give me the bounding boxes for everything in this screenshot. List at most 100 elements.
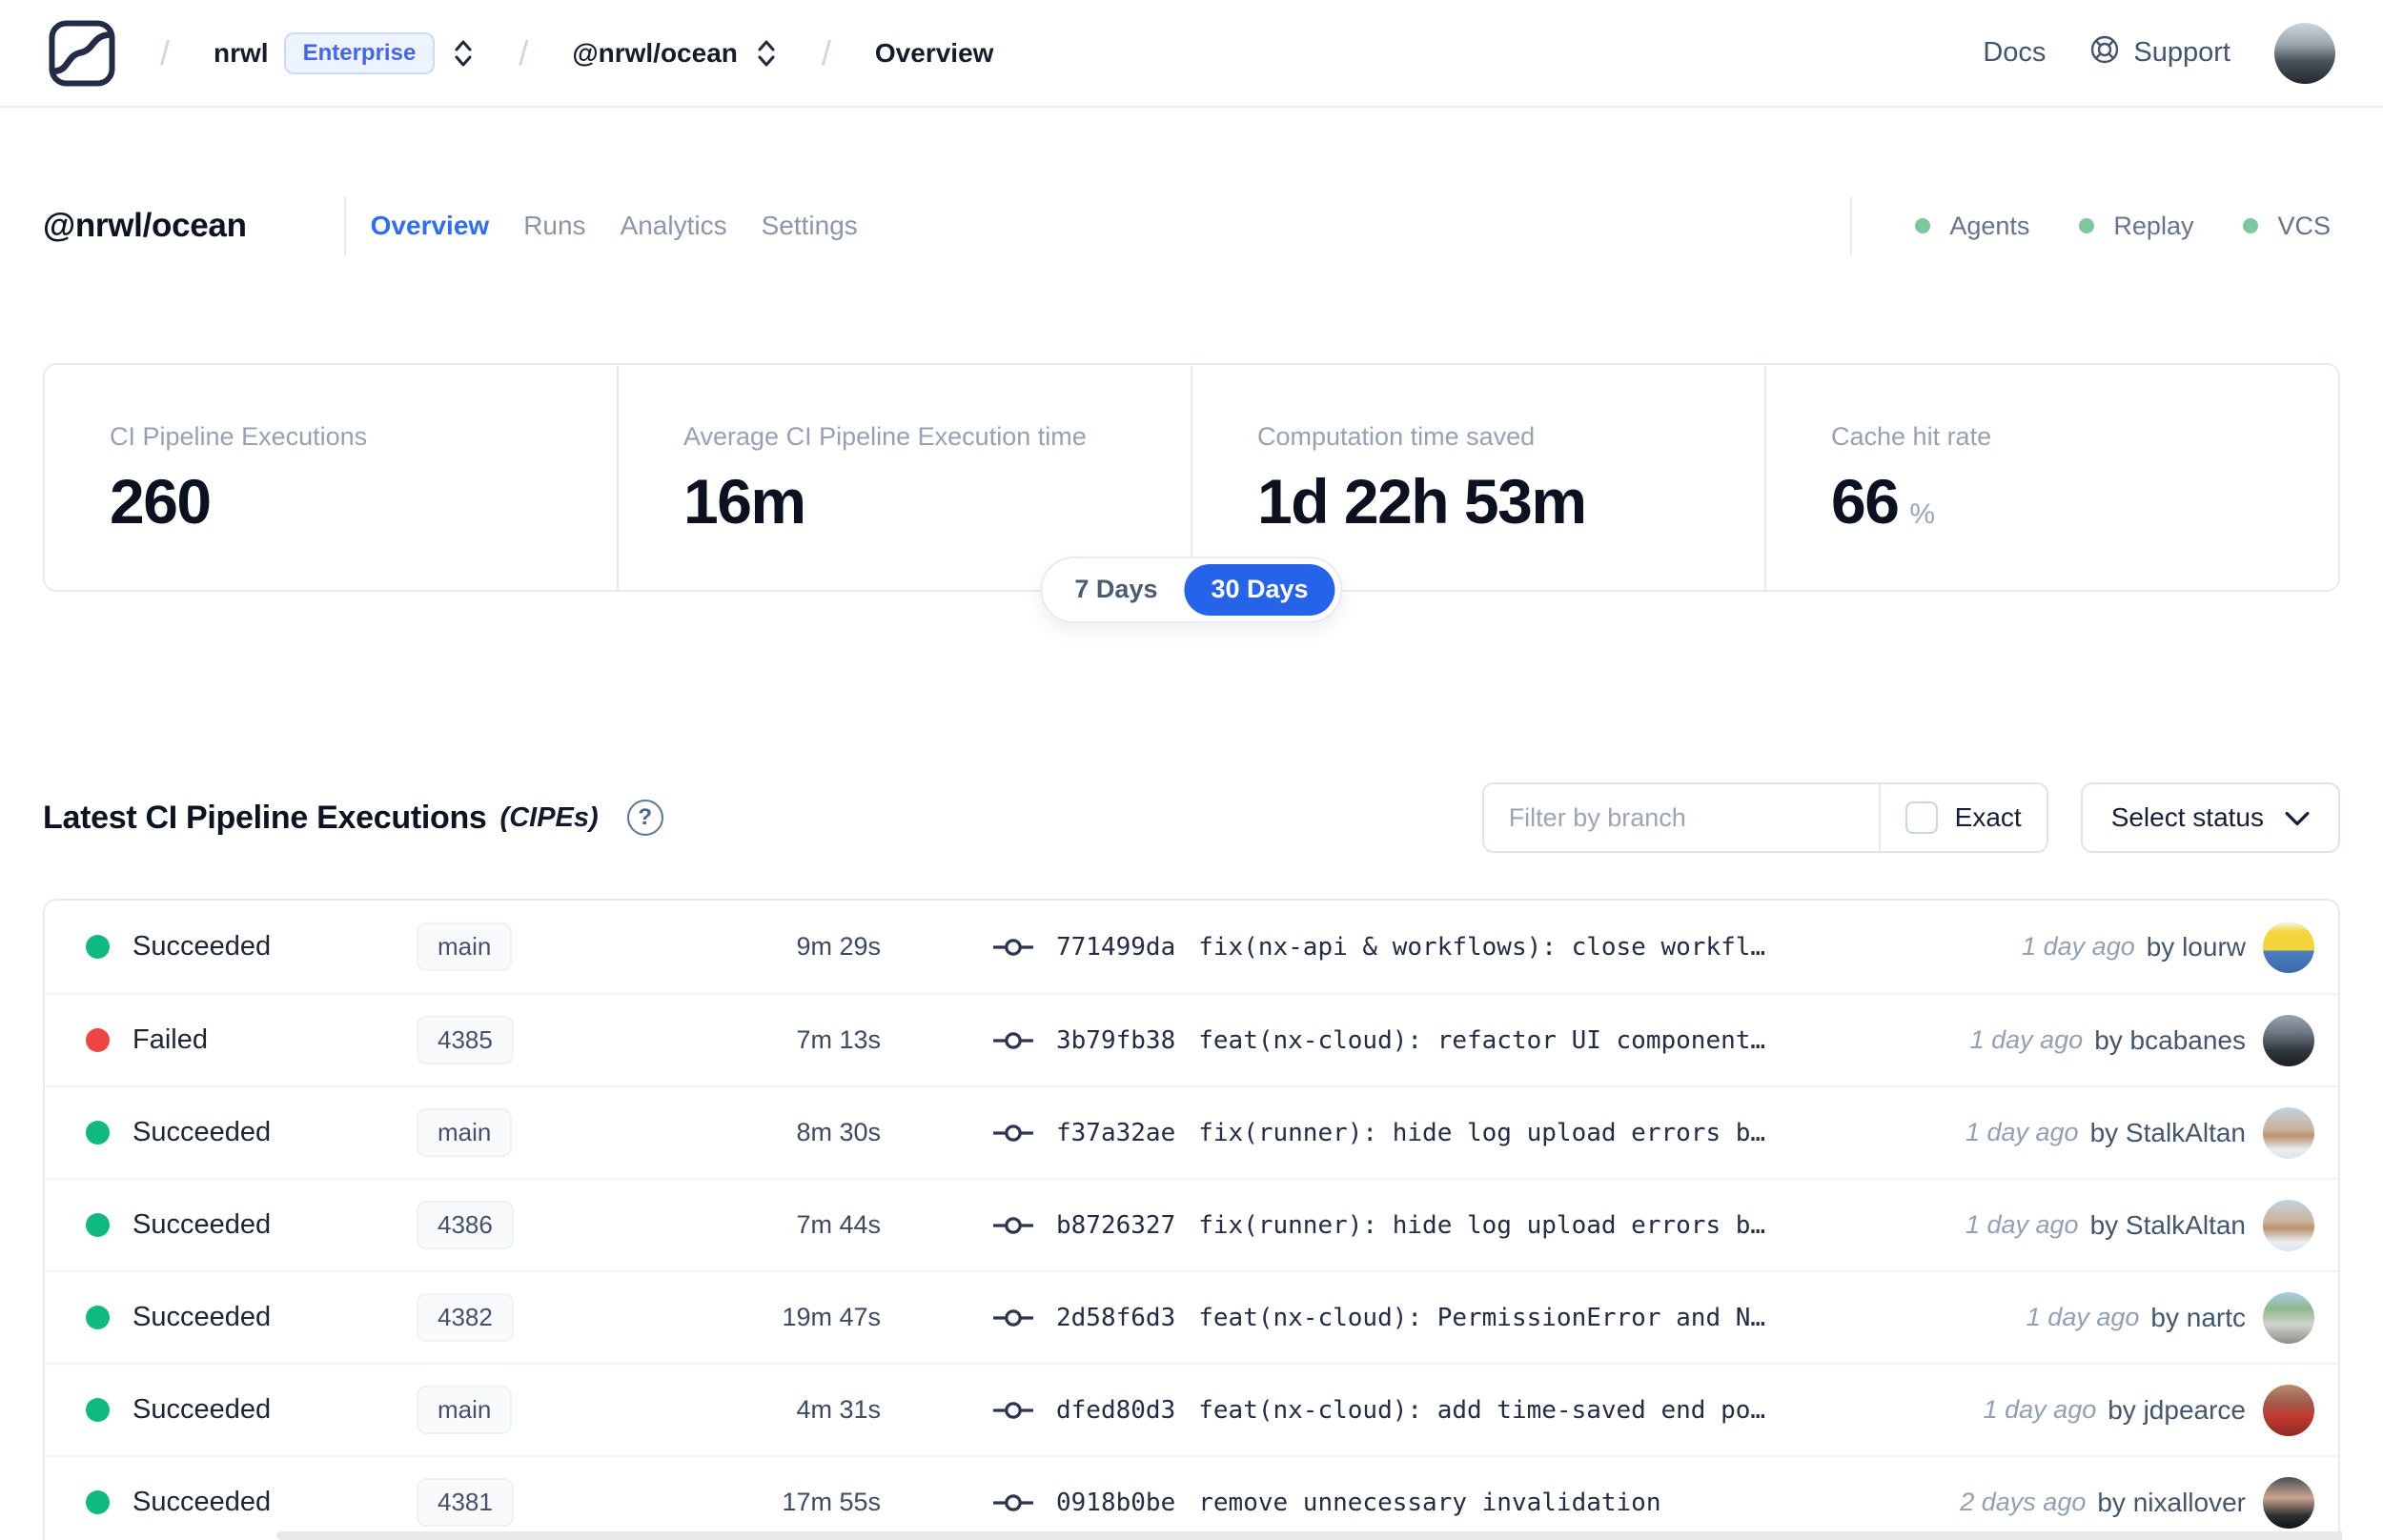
branch-badge: main <box>417 1385 513 1435</box>
commit-cell: 3b79fb38 feat(nx-cloud): refactor UI com… <box>993 1026 1970 1055</box>
branch-cell: 4382 <box>417 1292 695 1343</box>
page-title: @nrwl/ocean <box>43 207 247 244</box>
stat-value: 1d 22h 53m <box>1257 466 1587 537</box>
breadcrumb-workspace[interactable]: @nrwl/ocean <box>572 37 778 70</box>
branch-badge: main <box>417 1107 513 1158</box>
chevron-updown-icon[interactable] <box>452 37 475 70</box>
divider <box>1850 197 1853 254</box>
org-name: nrwl <box>214 37 269 68</box>
table-row[interactable]: Succeeded 4381 17m 55s 0918b0be remove u… <box>45 1455 2338 1540</box>
help-icon[interactable]: ? <box>626 800 663 836</box>
commit-cell: f37a32ae fix(runner): hide log upload er… <box>993 1119 1965 1147</box>
branch-cell: main <box>417 1107 695 1158</box>
status-cell: Succeeded <box>45 1302 417 1333</box>
meta-cell: 2 days ago by nixallover <box>1960 1476 2338 1529</box>
stat-value: 66 % <box>1831 466 1936 537</box>
status-label: Succeeded <box>132 1117 272 1147</box>
breadcrumb: / nrwl Enterprise / @nrwl/ocean / Overvi… <box>48 19 993 88</box>
support-label: Support <box>2133 37 2230 68</box>
branch-cell: 4386 <box>417 1200 695 1250</box>
commit-hash: dfed80d3 <box>1056 1395 1176 1425</box>
user-avatar[interactable] <box>2274 22 2335 84</box>
table-row[interactable]: Succeeded main 9m 29s 771499da fix(nx-ap… <box>45 901 2338 993</box>
branch-cell: main <box>417 922 695 972</box>
time-ago: 2 days ago <box>1960 1488 2087 1516</box>
cipes-section-header: Latest CI Pipeline Executions (CIPEs) ? … <box>43 782 2340 853</box>
stat-label: CI Pipeline Executions <box>110 422 368 451</box>
commit-hash: 2d58f6d3 <box>1056 1303 1176 1332</box>
tab-runs[interactable]: Runs <box>523 211 585 241</box>
branch-cell: main <box>417 1385 695 1435</box>
table-row[interactable]: Succeeded main 8m 30s f37a32ae fix(runne… <box>45 1085 2338 1178</box>
status-label: Succeeded <box>132 1209 272 1240</box>
docs-link[interactable]: Docs <box>1983 37 2046 69</box>
author: by lourw <box>2146 931 2246 962</box>
table-row[interactable]: Succeeded main 4m 31s dfed80d3 feat(nx-c… <box>45 1363 2338 1455</box>
workspace-name: @nrwl/ocean <box>572 37 738 68</box>
select-status-button[interactable]: Select status <box>2080 782 2340 853</box>
author-avatar <box>2263 1476 2314 1529</box>
tab-settings[interactable]: Settings <box>762 211 858 241</box>
duration: 7m 13s <box>796 1025 881 1054</box>
status-cell: Succeeded <box>45 1394 417 1426</box>
status-dot <box>2243 218 2259 233</box>
tab-overview[interactable]: Overview <box>371 211 490 241</box>
time-ago: 1 day ago <box>1965 1118 2079 1146</box>
branch-badge: main <box>417 922 513 972</box>
exact-label: Exact <box>1954 802 2022 832</box>
breadcrumb-org[interactable]: nrwl Enterprise <box>214 31 475 74</box>
commit-hash: 3b79fb38 <box>1056 1025 1176 1055</box>
select-status-label: Select status <box>2110 802 2264 832</box>
stat-label: Cache hit rate <box>1831 422 1992 451</box>
table-row[interactable]: Failed 4385 7m 13s 3b79fb38 feat(nx-clou… <box>45 993 2338 1085</box>
support-link[interactable]: Support <box>2089 34 2230 72</box>
commit-message: feat(nx-cloud): add time-saved end po… <box>1198 1395 1766 1425</box>
top-nav: / nrwl Enterprise / @nrwl/ocean / Overvi… <box>0 0 2383 108</box>
service-vcs: VCS <box>2243 212 2331 241</box>
table-row[interactable]: Succeeded 4382 19m 47s 2d58f6d3 feat(nx-… <box>45 1270 2338 1363</box>
branch-filter-input[interactable] <box>1483 784 1879 851</box>
status-label: Succeeded <box>132 1302 272 1332</box>
lifebuoy-icon <box>2089 34 2120 72</box>
commit-cell: 0918b0be remove unnecessary invalidation <box>993 1489 1960 1517</box>
nx-cloud-logo-icon <box>49 20 115 86</box>
section-title-suffix: (CIPEs) <box>499 801 599 833</box>
commit-cell: b8726327 fix(runner): hide log upload er… <box>993 1211 1965 1240</box>
meta-cell: 1 day ago by bcabanes <box>1969 1014 2338 1066</box>
commit-message: feat(nx-cloud): refactor UI component… <box>1198 1025 1766 1055</box>
exact-checkbox[interactable] <box>1904 801 1938 834</box>
breadcrumb-separator: / <box>821 32 831 72</box>
stat-suffix: % <box>1909 498 1936 530</box>
breadcrumb-separator: / <box>519 32 529 72</box>
horizontal-scrollbar-track[interactable] <box>276 1531 2342 1540</box>
commit-hash: f37a32ae <box>1056 1118 1176 1147</box>
range-7-days-button[interactable]: 7 Days <box>1048 564 1184 616</box>
commit-cell: dfed80d3 feat(nx-cloud): add time-saved … <box>993 1396 1984 1425</box>
author-avatar <box>2263 1106 2314 1159</box>
tab-analytics[interactable]: Analytics <box>621 211 727 241</box>
author-avatar <box>2263 1199 2314 1251</box>
author-avatar <box>2263 1291 2314 1344</box>
table-row[interactable]: Succeeded 4386 7m 44s b8726327 fix(runne… <box>45 1178 2338 1270</box>
stat-value: 16m <box>683 466 806 537</box>
status-dot <box>86 1028 110 1052</box>
status-label: Failed <box>132 1024 208 1055</box>
nx-cloud-logo[interactable] <box>48 19 116 88</box>
author-avatar <box>2263 1014 2314 1066</box>
exact-toggle: Exact <box>1878 784 2047 851</box>
range-30-days-button[interactable]: 30 Days <box>1184 564 1335 616</box>
status-dot <box>86 1121 110 1145</box>
time-ago: 1 day ago <box>1969 1025 2084 1054</box>
commit-hash: b8726327 <box>1056 1210 1176 1240</box>
status-dot <box>86 1398 110 1422</box>
stat-cache-hit-rate: Cache hit rate 66 % <box>1764 365 2338 590</box>
git-commit-icon <box>993 1305 1033 1331</box>
time-ago: 1 day ago <box>1965 1210 2079 1239</box>
filters: Exact Select status <box>1481 782 2340 853</box>
chevron-updown-icon[interactable] <box>755 37 778 70</box>
time-ago: 1 day ago <box>2026 1303 2140 1331</box>
divider <box>343 196 346 255</box>
meta-cell: 1 day ago by jdpearce <box>1984 1384 2338 1436</box>
author-avatar <box>2263 1384 2314 1436</box>
duration: 4m 31s <box>796 1395 881 1424</box>
